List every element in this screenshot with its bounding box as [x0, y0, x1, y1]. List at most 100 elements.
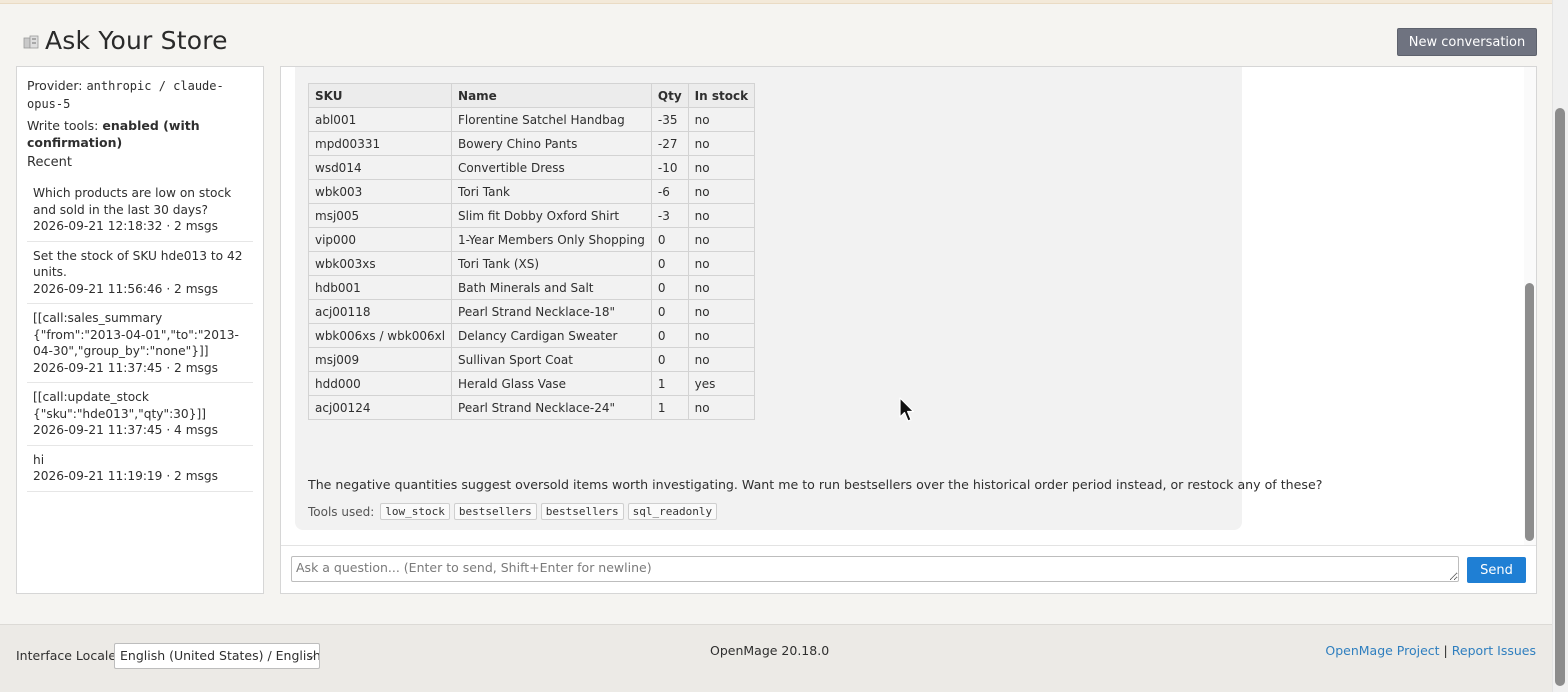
cell-in-stock: no	[687, 131, 756, 156]
send-button[interactable]: Send	[1467, 557, 1526, 583]
write-tools-info: Write tools: enabled (with confirmation)	[27, 117, 257, 151]
recent-meta: 2026-09-21 11:37:45 · 4 msgs	[33, 423, 218, 437]
cell-in-stock: no	[687, 155, 756, 180]
cell-qty: 0	[650, 251, 689, 276]
locale-select[interactable]: English (United States) / English ⌵	[114, 643, 320, 669]
cell-qty: 1	[650, 371, 689, 396]
cell-name: Bowery Chino Pants	[451, 131, 652, 156]
cell-qty: -6	[650, 179, 689, 204]
cell-qty: 0	[650, 347, 689, 372]
table-row: abl001 Florentine Satchel Handbag -35 no	[307, 107, 756, 132]
table-row: wbk003xs Tori Tank (XS) 0 no	[307, 251, 756, 276]
cell-qty: 0	[650, 275, 689, 300]
cell-name: Bath Minerals and Salt	[451, 275, 652, 300]
cell-sku: acj00124	[307, 395, 453, 420]
cell-name: Florentine Satchel Handbag	[451, 107, 652, 132]
cell-in-stock: no	[687, 275, 756, 300]
cell-qty: 0	[650, 323, 689, 348]
composer-divider	[281, 545, 1536, 546]
recent-meta: 2026-09-21 11:19:19 · 2 msgs	[33, 469, 218, 483]
recent-heading: Recent	[27, 155, 72, 170]
column-header-sku: SKU	[307, 83, 453, 108]
recent-meta: 2026-09-21 11:37:45 · 2 msgs	[33, 360, 218, 375]
sidebar: Provider: anthropic / claude-opus-5 Writ…	[16, 66, 264, 594]
link-separator: |	[1443, 643, 1448, 658]
chevron-down-icon: ⌵	[306, 649, 315, 662]
messages-scrollbar-thumb[interactable]	[1525, 283, 1534, 541]
table-header-row: SKU Name Qty In stock	[307, 83, 756, 108]
cell-name: Delancy Cardigan Sweater	[451, 323, 652, 348]
assistant-answer-text: The negative quantities suggest oversold…	[308, 477, 1323, 492]
column-header-in-stock: In stock	[687, 83, 756, 108]
provider-label: Provider:	[27, 78, 83, 93]
tool-chip: bestsellers	[453, 503, 537, 520]
recent-question: Set the stock of SKU hde013 to 42 units.	[33, 248, 243, 280]
cell-name: Pearl Strand Necklace-24"	[451, 395, 652, 420]
cell-sku: wbk003xs	[307, 251, 453, 276]
report-issues-link[interactable]: Report Issues	[1452, 643, 1536, 658]
write-tools-label: Write tools:	[27, 118, 99, 133]
footer: Interface Locale: English (United States…	[0, 624, 1552, 692]
tool-chip: sql_readonly	[627, 503, 718, 520]
cell-in-stock: no	[687, 347, 756, 372]
table-row: wsd014 Convertible Dress -10 no	[307, 155, 756, 180]
cell-qty: 0	[650, 299, 689, 324]
results-table: SKU Name Qty In stock abl001 Florentine …	[307, 83, 756, 420]
cell-qty: 1	[650, 395, 689, 420]
cell-sku: msj005	[307, 203, 453, 228]
cell-name: Tori Tank	[451, 179, 652, 204]
table-row: acj00124 Pearl Strand Necklace-24" 1 no	[307, 395, 756, 420]
cell-sku: acj00118	[307, 299, 453, 324]
table-row: wbk006xs / wbk006xl Delancy Cardigan Swe…	[307, 323, 756, 348]
cell-sku: wbk003	[307, 179, 453, 204]
table-row: hdb001 Bath Minerals and Salt 0 no	[307, 275, 756, 300]
recent-question: [[call:update_stock {"sku":"hde013","qty…	[33, 390, 206, 421]
cell-name: Tori Tank (XS)	[451, 251, 652, 276]
cell-sku: mpd00331	[307, 131, 453, 156]
cell-sku: abl001	[307, 107, 453, 132]
cell-in-stock: no	[687, 107, 756, 132]
recent-conversations-list: Which products are low on stock and sold…	[27, 179, 253, 492]
recent-conversation-item[interactable]: Set the stock of SKU hde013 to 42 units.…	[27, 242, 253, 304]
question-input[interactable]	[291, 556, 1459, 582]
recent-meta: 2026-09-21 11:56:46 · 2 msgs	[33, 281, 218, 296]
cell-name: Convertible Dress	[451, 155, 652, 180]
recent-conversation-item[interactable]: [[call:sales_summary {"from":"2013-04-01…	[27, 304, 253, 383]
locale-label: Interface Locale:	[16, 648, 121, 663]
cell-sku: msj009	[307, 347, 453, 372]
openmage-project-link[interactable]: OpenMage Project	[1325, 643, 1439, 658]
table-row: mpd00331 Bowery Chino Pants -27 no	[307, 131, 756, 156]
tool-chip: low_stock	[380, 503, 450, 520]
recent-conversation-item[interactable]: hi 2026-09-21 11:19:19 · 2 msgs	[27, 446, 253, 492]
cell-qty: 0	[650, 227, 689, 252]
cell-name: 1-Year Members Only Shopping	[451, 227, 652, 252]
column-header-name: Name	[451, 83, 652, 108]
recent-question: hi	[33, 452, 45, 467]
recent-question: [[call:sales_summary {"from":"2013-04-01…	[33, 311, 239, 358]
locale-selected-value: English (United States) / English	[120, 648, 320, 663]
footer-links: OpenMage Project | Report Issues	[1325, 643, 1536, 658]
cell-name: Slim fit Dobby Oxford Shirt	[451, 203, 652, 228]
tools-used: Tools used: low_stock bestsellers bestse…	[308, 503, 718, 520]
new-conversation-button[interactable]: New conversation	[1397, 28, 1537, 56]
cell-qty: -27	[650, 131, 689, 156]
chat-panel: SKU Name Qty In stock abl001 Florentine …	[280, 66, 1537, 594]
page-header: Ask Your Store New conversation	[0, 4, 1552, 62]
cell-qty: -10	[650, 155, 689, 180]
table-row: wbk003 Tori Tank -6 no	[307, 179, 756, 204]
messages-area[interactable]: SKU Name Qty In stock abl001 Florentine …	[281, 67, 1521, 545]
cell-name: Herald Glass Vase	[451, 371, 652, 396]
cell-name: Pearl Strand Necklace-18"	[451, 299, 652, 324]
cell-in-stock: no	[687, 251, 756, 276]
cell-sku: wbk006xs / wbk006xl	[307, 323, 453, 348]
cell-name: Sullivan Sport Coat	[451, 347, 652, 372]
cell-in-stock: no	[687, 395, 756, 420]
cell-in-stock: no	[687, 203, 756, 228]
table-row: vip000 1-Year Members Only Shopping 0 no	[307, 227, 756, 252]
cell-in-stock: no	[687, 299, 756, 324]
tools-used-label: Tools used:	[308, 504, 375, 519]
recent-conversation-item[interactable]: [[call:update_stock {"sku":"hde013","qty…	[27, 383, 253, 446]
recent-conversation-item[interactable]: Which products are low on stock and sold…	[27, 179, 253, 242]
page-scrollbar-thumb[interactable]	[1555, 108, 1565, 686]
table-row: hdd000 Herald Glass Vase 1 yes	[307, 371, 756, 396]
